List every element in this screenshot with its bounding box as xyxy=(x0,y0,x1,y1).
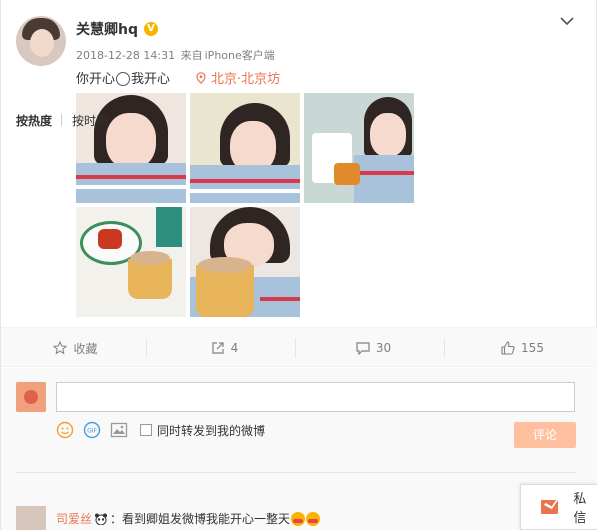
post-action-bar: 收藏 4 30 155 xyxy=(1,327,597,367)
photo-1[interactable] xyxy=(76,93,186,203)
comment-input[interactable] xyxy=(56,382,575,412)
sort-by-hot-tab[interactable]: 按热度 xyxy=(16,112,52,129)
post-text-part-2: 我开心 xyxy=(131,72,171,87)
blush-emoji-icon xyxy=(306,511,321,526)
post-text: 你开心 我开心 北京·北京坊 xyxy=(76,68,280,87)
photo-4[interactable] xyxy=(76,207,186,317)
post-source[interactable]: iPhone客户端 xyxy=(205,49,275,62)
my-avatar[interactable] xyxy=(16,382,46,412)
share-button[interactable]: 4 xyxy=(150,328,299,368)
envelope-icon xyxy=(541,500,559,514)
repost-label: 同时转发到我的微博 xyxy=(157,423,266,438)
svg-text:GIF: GIF xyxy=(87,428,97,435)
thumbs-up-icon xyxy=(501,341,515,355)
divider xyxy=(444,338,445,358)
comment-count: 30 xyxy=(375,341,392,355)
weibo-post-card: 关慧卿hq V 2018-12-28 14:31 来自 iPhone客户端 你开心… xyxy=(0,0,597,530)
sort-by-time-tab[interactable]: 按时间 xyxy=(72,112,108,129)
submit-comment-button[interactable]: 评论 xyxy=(514,422,576,448)
post-timestamp[interactable]: 2018-12-28 14:31 xyxy=(76,49,175,62)
comment-body: ：看到卿姐发微博我能开心一整天 xyxy=(110,512,291,526)
name-row: 关慧卿hq V xyxy=(76,19,158,39)
commenter-name[interactable]: 司爱丝 xyxy=(56,510,92,527)
star-icon xyxy=(53,341,68,355)
emoji-icon[interactable] xyxy=(56,421,74,439)
blush-emoji-icon xyxy=(291,511,306,526)
post-meta: 2018-12-28 14:31 来自 iPhone客户端 xyxy=(76,47,277,63)
like-button[interactable]: 155 xyxy=(448,328,597,368)
comment-icon xyxy=(356,341,370,355)
photo-3[interactable] xyxy=(304,93,414,203)
list-item: 司爱丝 ：看到卿姐发微博我能开心一整天 xyxy=(16,504,576,530)
private-message-label: 私信 xyxy=(573,492,587,526)
gif-icon[interactable]: GIF xyxy=(83,421,101,439)
location-link[interactable]: 北京·北京坊 xyxy=(196,68,280,87)
share-icon xyxy=(212,342,224,354)
favorite-label: 收藏 xyxy=(73,341,98,356)
location-label: 北京·北京坊 xyxy=(211,72,281,87)
divider xyxy=(61,114,62,126)
post-text-part-1: 你开心 xyxy=(76,72,116,87)
commenter-avatar[interactable] xyxy=(16,506,46,530)
verified-badge-icon: V xyxy=(144,22,158,36)
panda-badge-icon xyxy=(95,513,108,525)
divider xyxy=(146,338,147,358)
location-pin-icon xyxy=(196,71,206,84)
username-link[interactable]: 关慧卿hq xyxy=(76,19,138,39)
repost-checkbox[interactable] xyxy=(140,424,152,436)
comment-toolbar: GIF 同时转发到我的微博 xyxy=(56,421,265,439)
share-count: 4 xyxy=(230,341,239,355)
like-count: 155 xyxy=(521,341,544,355)
photo-5[interactable] xyxy=(190,207,300,317)
chevron-down-icon[interactable] xyxy=(560,14,574,28)
divider xyxy=(295,338,296,358)
comment-button[interactable]: 30 xyxy=(299,328,448,368)
source-prefix: 来自 xyxy=(180,49,203,62)
private-message-button[interactable]: 私信 xyxy=(520,484,597,530)
user-avatar[interactable] xyxy=(16,16,66,66)
image-icon[interactable] xyxy=(110,421,128,439)
sort-divider xyxy=(16,472,576,473)
comment-text: 司爱丝 ：看到卿姐发微博我能开心一整天 xyxy=(56,510,321,527)
photo-2[interactable] xyxy=(190,93,300,203)
smiley-emoji-icon xyxy=(116,71,131,86)
favorite-button[interactable]: 收藏 xyxy=(1,328,150,368)
